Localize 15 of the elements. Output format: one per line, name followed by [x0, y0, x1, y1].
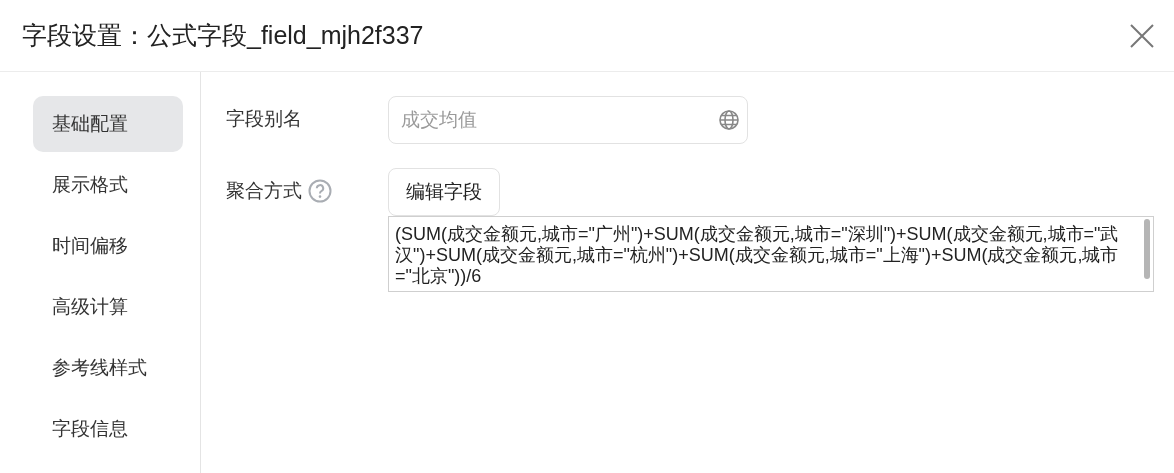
- field-label: 聚合方式: [226, 179, 302, 203]
- sidebar-item[interactable]: 高级计算: [33, 279, 183, 335]
- sidebar-item[interactable]: 字段信息: [33, 401, 183, 457]
- formula-field[interactable]: (SUM(成交金额元,城市="广州")+SUM(成交金额元,城市="深圳")+SUM(成交金额元,城市="武汉")+SUM(成交金额元,城市="杭州")+SUM(成交金额元,城市="上海")+SUM(成交金额元,城市="北京"))/6: [388, 216, 1154, 292]
- alias-field[interactable]: 成交均值: [388, 96, 748, 144]
- sidebar-item[interactable]: 基础配置: [33, 96, 183, 152]
- sidebar-item[interactable]: 展示格式: [33, 157, 183, 213]
- field-label: 字段别名: [226, 107, 302, 131]
- edit-field-button[interactable]: 编辑字段: [388, 168, 500, 216]
- scrollbar-thumb[interactable]: [1144, 219, 1150, 279]
- help-icon[interactable]: [308, 179, 332, 203]
- sidebar-item[interactable]: 时间偏移: [33, 218, 183, 274]
- globe-icon: [718, 109, 740, 131]
- sidebar-item[interactable]: 参考线样式: [33, 340, 183, 396]
- dialog-title: 字段设置：公式字段_field_mjh2f337: [22, 20, 424, 51]
